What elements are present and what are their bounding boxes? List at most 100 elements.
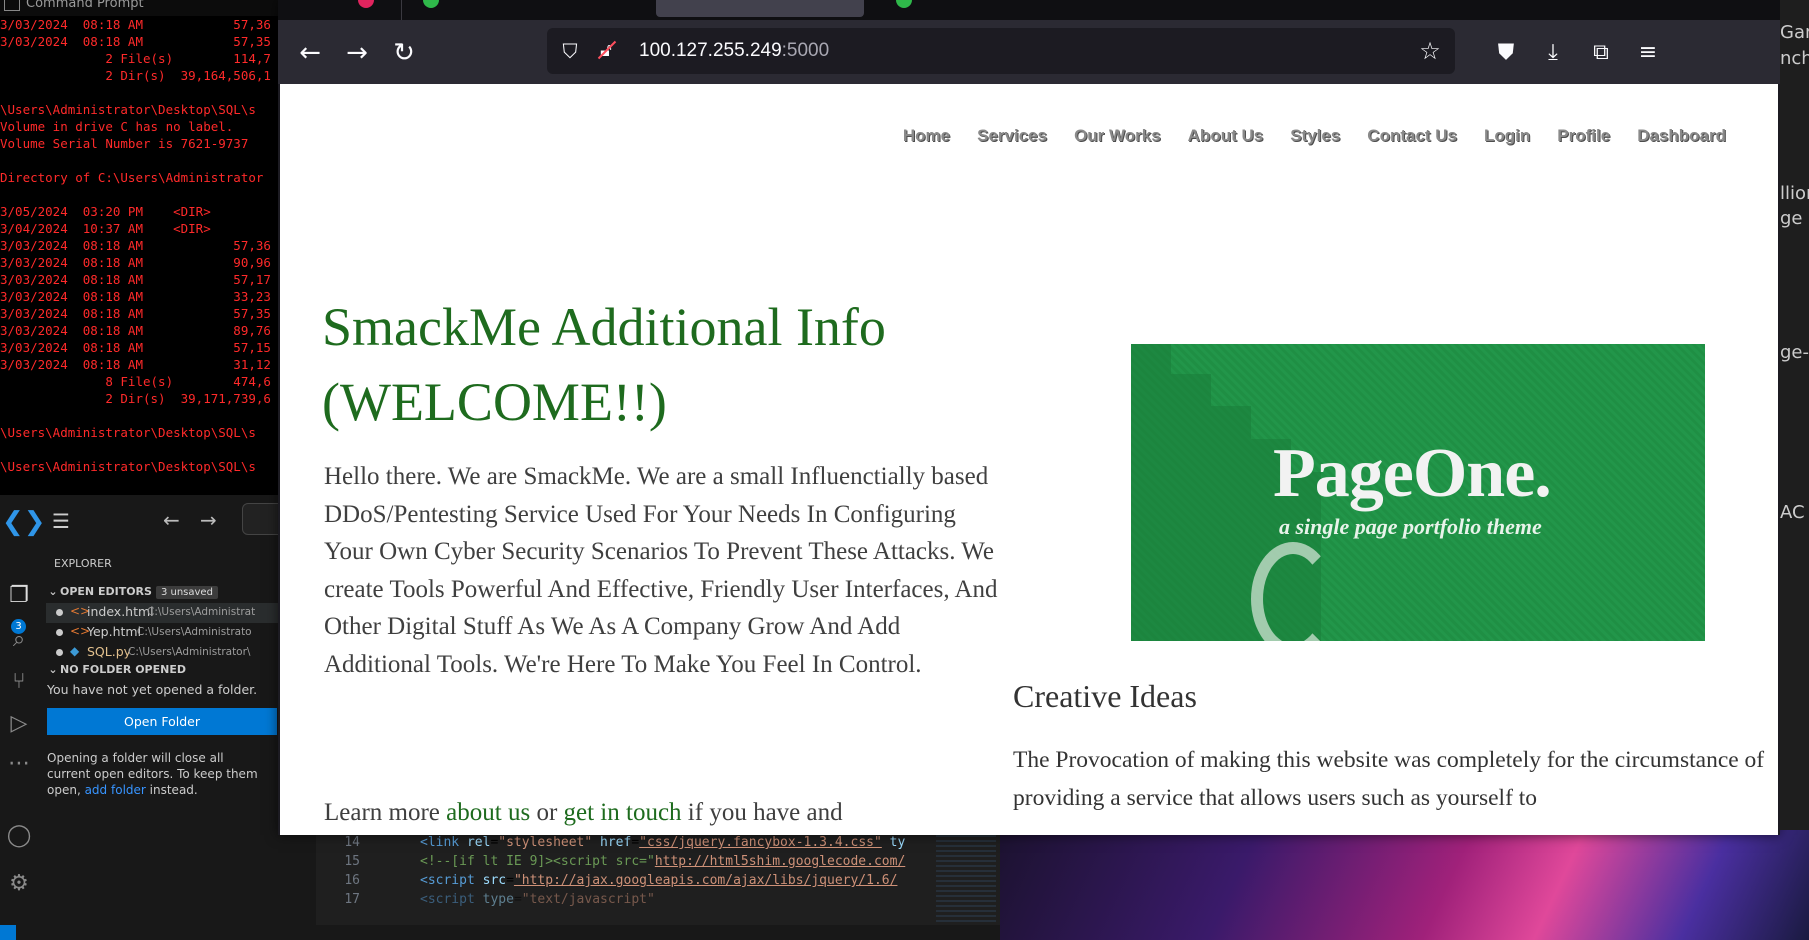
unsaved-dot-icon	[56, 609, 63, 616]
line-number: 17	[344, 892, 360, 907]
back-button[interactable]: ←	[295, 38, 325, 68]
nav-contact-us[interactable]: Contact Us	[1367, 126, 1457, 146]
open-editor-item[interactable]: <> Yep.html C:\Users\Administrato	[46, 623, 316, 643]
url-host: 100.127.255.249	[639, 40, 782, 61]
learn-more-prefix: Learn more	[324, 799, 447, 826]
get-in-touch-link[interactable]: get in touch	[564, 799, 682, 826]
bookmark-star-icon[interactable]: ☆	[1417, 38, 1443, 64]
line-number: 16	[344, 873, 360, 888]
nav-home[interactable]: Home	[903, 126, 950, 146]
command-prompt-window[interactable]: Command Prompt 3/03/2024 08:18 AM 57,36 …	[0, 0, 280, 495]
chevron-down-icon: ⌄	[48, 663, 58, 676]
cmd-titlebar: Command Prompt	[0, 0, 280, 16]
stair-shape	[1131, 344, 1171, 641]
site-navigation: Home Services Our Works About Us Styles Conta…	[876, 126, 1726, 146]
cmd-window-icon	[4, 0, 20, 11]
nav-our-works[interactable]: Our Works	[1074, 126, 1161, 146]
stair-shape	[1171, 374, 1211, 641]
back-arrow-icon[interactable]: ←	[163, 508, 180, 532]
code-line: <script src="http://ajax.googleapis.com/…	[420, 873, 898, 888]
hero-title: SmackMe Additional Info (WELCOME!!)	[322, 297, 886, 432]
promo-subtitle: a single page portfolio theme	[1279, 514, 1542, 539]
add-folder-link[interactable]: add	[85, 783, 108, 797]
peek-text: ge .	[1780, 208, 1809, 229]
run-debug-icon[interactable]: ▷	[6, 711, 32, 737]
tracking-shield-icon[interactable]: ⛉	[559, 40, 581, 62]
nav-services[interactable]: Services	[977, 126, 1047, 146]
nav-profile[interactable]: Profile	[1557, 126, 1610, 146]
file-name: Yep.html	[87, 624, 142, 639]
reload-button[interactable]: ↻	[389, 38, 419, 68]
download-icon[interactable]: ⤓	[1538, 38, 1568, 68]
add-folder-link-cont[interactable]: folder	[111, 783, 146, 797]
browser-window[interactable]: ← → ↻ ⛉ 🔓︎ 100.127.255.249:5000 ☆ ⛊ ⤓ ⧉ …	[278, 0, 1780, 835]
unsaved-dot-icon	[56, 629, 63, 636]
chevron-down-icon: ⌄	[48, 585, 58, 598]
page-viewport[interactable]: Home Services Our Works About Us Styles Conta…	[280, 84, 1778, 835]
stair-shape	[1211, 406, 1251, 641]
activity-bar: ❐ 3 ⌕ ⑂ ▷ ⋯ ◯ ⚙	[0, 545, 46, 940]
file-path: C:\Users\Administrat	[147, 606, 256, 618]
code-line: <!--[if lt IE 9]><script src="http://htm…	[420, 854, 906, 869]
nav-styles[interactable]: Styles	[1290, 126, 1340, 146]
account-icon[interactable]: ◯	[6, 823, 32, 849]
open-editor-item[interactable]: <> index.html C:\Users\Administrat	[46, 603, 316, 623]
promo-title: PageOne.	[1273, 435, 1552, 512]
no-folder-header[interactable]: ⌄ NO FOLDER OPENED	[46, 663, 316, 676]
pocket-icon[interactable]: ⛊	[1491, 38, 1521, 68]
learn-more-text: Learn more about us or get in touch if y…	[324, 794, 1004, 832]
no-folder-message: You have not yet opened a folder.	[47, 682, 258, 697]
explorer-sidebar: EXPLORER ⌄ OPEN EDITORS 3 unsaved <> index…	[46, 545, 316, 940]
no-folder-label: NO FOLDER OPENED	[60, 663, 186, 676]
remote-indicator[interactable]	[0, 925, 16, 940]
file-name: SQL.py	[87, 644, 132, 659]
open-folder-button[interactable]: Open Folder	[47, 708, 277, 735]
about-us-link[interactable]: about us	[446, 799, 530, 826]
help-line-3: instead.	[145, 783, 198, 797]
no-folder-help: Opening a folder will close all current …	[47, 750, 267, 798]
unsaved-badge: 3 unsaved	[155, 586, 218, 599]
forward-arrow-icon[interactable]: →	[200, 508, 217, 532]
cmd-output: 3/03/2024 08:18 AM 57,36 3/03/2024 08:18…	[0, 17, 271, 474]
tab-favicon[interactable]	[358, 0, 374, 8]
creative-ideas-heading: Creative Ideas	[1013, 678, 1197, 714]
cmd-title: Command Prompt	[26, 0, 144, 11]
menu-icon[interactable]: ☰	[52, 509, 70, 533]
nav-about-us[interactable]: About Us	[1188, 126, 1264, 146]
open-editors-header[interactable]: ⌄ OPEN EDITORS 3 unsaved	[46, 585, 316, 599]
address-bar[interactable]: ⛉ 🔓︎ 100.127.255.249:5000 ☆	[547, 28, 1455, 74]
line-number: 15	[344, 854, 360, 869]
active-tab[interactable]	[656, 0, 864, 17]
unsaved-dot-icon	[56, 649, 63, 656]
peek-text: nche	[1780, 48, 1809, 69]
url-text[interactable]: 100.127.255.249:5000	[639, 40, 829, 62]
creative-ideas-paragraph: The Provocation of making this website w…	[1013, 747, 1765, 811]
code-line: <link rel="stylesheet" href="css/jquery.…	[420, 835, 906, 850]
source-control-icon[interactable]: ⑂	[6, 669, 32, 695]
file-name: index.html	[87, 604, 154, 619]
menu-hamburger-icon[interactable]: ≡	[1633, 38, 1663, 68]
peek-text: Gam	[1780, 22, 1809, 43]
tab-separator	[401, 0, 402, 20]
extensions-icon[interactable]: ⧉	[1586, 38, 1616, 68]
line-number: 14	[344, 835, 360, 850]
hero-paragraph: Hello there. We are SmackMe. We are a sm…	[324, 463, 998, 678]
background-window-edge[interactable]: Gam nche llior ge . ge-l AC v	[1780, 0, 1809, 830]
pageone-logo-mark-icon	[1251, 542, 1335, 641]
tab-favicon[interactable]	[423, 0, 439, 8]
tab-favicon[interactable]	[896, 0, 912, 8]
more-icon[interactable]: ⋯	[6, 751, 32, 777]
file-path: C:\Users\Administrator\	[128, 646, 251, 658]
nav-login[interactable]: Login	[1484, 126, 1530, 146]
python-file-icon: ◆	[70, 644, 80, 658]
status-bar	[0, 925, 1000, 940]
peek-text: llior	[1780, 183, 1809, 204]
tab-strip	[278, 0, 1780, 20]
url-port: :5000	[781, 40, 830, 61]
search-icon[interactable]: ⌕	[6, 627, 32, 653]
nav-dashboard[interactable]: Dashboard	[1637, 126, 1726, 146]
forward-button[interactable]: →	[342, 38, 372, 68]
explorer-files-icon[interactable]: ❐	[6, 583, 32, 609]
settings-gear-icon[interactable]: ⚙	[6, 871, 32, 897]
open-editor-item[interactable]: ◆ SQL.py C:\Users\Administrator\	[46, 643, 316, 663]
